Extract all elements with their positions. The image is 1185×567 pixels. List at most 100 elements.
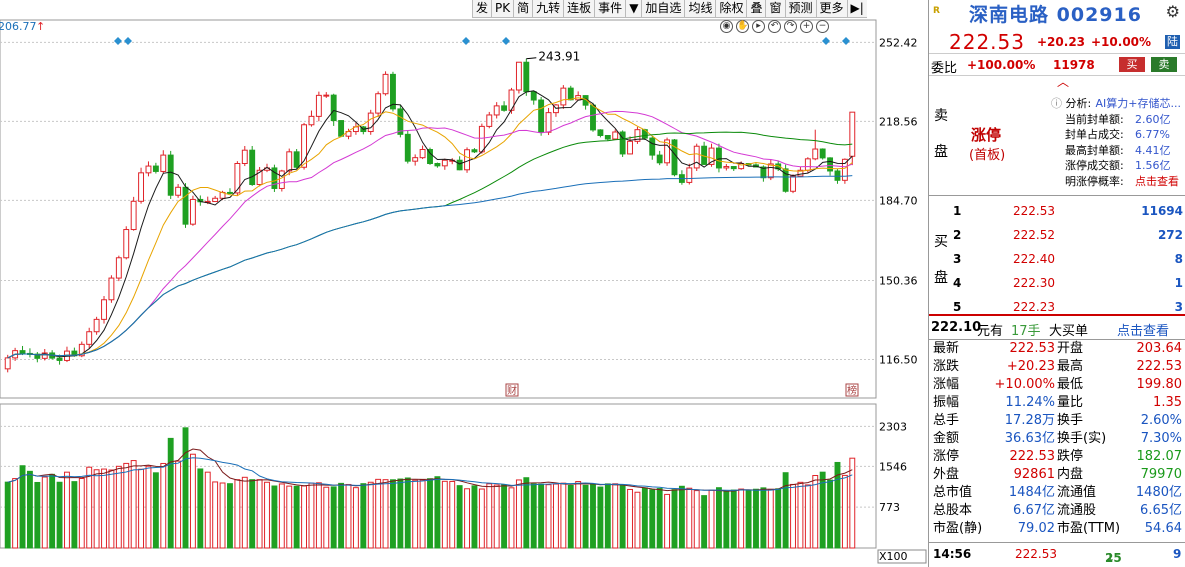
- candle-up: [93, 318, 100, 333]
- big-order-row[interactable]: 222.10 元有 17手 大买单 点击查看: [929, 318, 1185, 340]
- toolbar-item[interactable]: 均线: [684, 0, 715, 17]
- price-change: +20.23: [1037, 35, 1086, 49]
- volume-bar-down: [753, 488, 759, 549]
- toolbar-item[interactable]: 更多: [815, 0, 847, 17]
- toolbar-item[interactable]: 简: [513, 0, 532, 17]
- volume-bar-up: [493, 484, 500, 549]
- candle-up: [464, 149, 470, 171]
- hand-icon[interactable]: ✋: [736, 20, 749, 33]
- volume-bar-down: [330, 486, 337, 549]
- gear-icon[interactable]: ⚙: [1166, 2, 1180, 21]
- volume-bar-up: [315, 482, 322, 549]
- volume-bar-down: [227, 483, 233, 549]
- volume-bar-down: [360, 483, 367, 549]
- volume-bar-down: [641, 487, 648, 549]
- analysis-value: 4.41亿: [1135, 143, 1171, 157]
- price-tick-label: 218.56: [879, 115, 918, 128]
- volume-bar-down: [152, 472, 159, 549]
- analysis-row[interactable]: ⓘ 分析: AI算力+存储芯...: [1051, 96, 1181, 112]
- bid-level-row[interactable]: 2 222.52 272: [951, 224, 1183, 244]
- bid-level-price: 222.52: [1013, 228, 1055, 242]
- bid-level-row[interactable]: 1 222.53 11694: [951, 200, 1183, 220]
- candle-down: [456, 159, 463, 171]
- volume-bar-up: [478, 488, 485, 549]
- stat-value: 6.67亿: [1013, 503, 1055, 518]
- toolbar-item[interactable]: PK: [491, 0, 513, 17]
- big-order-link[interactable]: 点击查看: [1117, 320, 1169, 339]
- candle-up: [804, 158, 811, 171]
- volume-bar-up: [367, 481, 374, 549]
- volume-bar-up: [441, 480, 448, 549]
- toolbar-item[interactable]: ▼: [625, 0, 641, 17]
- bid-level-row[interactable]: 5 222.23 3: [951, 296, 1183, 316]
- toolbar-item[interactable]: 发: [472, 0, 491, 17]
- analysis-row[interactable]: 明涨停概率: 点击查看: [1051, 174, 1181, 190]
- back-icon[interactable]: ↶: [768, 20, 781, 33]
- toolbar-item[interactable]: 窗: [765, 0, 784, 17]
- stat-value: 199.80: [1136, 377, 1183, 392]
- stat-key: 市盈(TTM): [1057, 521, 1121, 536]
- volume-bar-down: [538, 483, 545, 549]
- toolbar-item[interactable]: 叠: [746, 0, 765, 17]
- kline-chart[interactable]: 252.42 218.56 184.70 150.36 116.50 2303 1546 77…: [0, 0, 928, 567]
- volume-bar-up: [812, 475, 819, 549]
- volume-bar-up: [308, 482, 315, 549]
- volume-bar-up: [841, 474, 848, 549]
- sell-button[interactable]: 卖: [1151, 57, 1177, 72]
- stat-cell: 市盈(TTM) 54.64: [1057, 520, 1182, 538]
- toolbar-item[interactable]: 事件: [594, 0, 625, 17]
- volume-bar-up: [278, 483, 285, 549]
- volume-bar-down: [619, 485, 626, 549]
- volume-bar-down: [49, 473, 56, 549]
- zoom-in-icon[interactable]: +: [800, 20, 813, 33]
- chevron-up-icon[interactable]: ︿: [1057, 76, 1069, 88]
- candle-up: [493, 105, 500, 116]
- toolbar-item[interactable]: 连板: [563, 0, 594, 17]
- stat-value: +10.00%: [994, 377, 1055, 392]
- bid-level-volume: 8: [1174, 252, 1183, 266]
- volume-bar-up: [108, 469, 115, 549]
- candle-up: [515, 61, 522, 91]
- bid-level-price: 222.30: [1013, 276, 1055, 290]
- stat-cell: 跌停 182.07: [1057, 448, 1182, 466]
- lu-badge[interactable]: 陆: [1165, 35, 1180, 49]
- stat-cell: 市盈(静) 79.02: [933, 520, 1055, 538]
- stat-key: 总股本: [933, 503, 973, 518]
- volume-bar-up: [412, 479, 419, 549]
- ma60-line: [7, 131, 853, 359]
- volume-bar-up: [382, 479, 389, 549]
- forward-icon[interactable]: ↷: [784, 20, 797, 33]
- bid-level-row[interactable]: 4 222.30 1: [951, 272, 1183, 292]
- volume-bar-up: [612, 483, 619, 549]
- candle-down: [530, 91, 537, 101]
- stat-cell: 最高 222.53: [1057, 358, 1182, 376]
- stat-key: 流通值: [1057, 485, 1097, 500]
- toolbar-item[interactable]: 九转: [532, 0, 563, 17]
- toolbar-item[interactable]: ▶|: [846, 0, 867, 17]
- eye-icon[interactable]: ◉: [720, 20, 733, 33]
- play-icon[interactable]: ▸: [752, 20, 765, 33]
- candle-up: [123, 229, 130, 259]
- analysis-value: 点击查看: [1135, 174, 1179, 188]
- analysis-key: 封单占成交:: [1065, 128, 1124, 141]
- toolbar-item[interactable]: 预测: [784, 0, 816, 17]
- volume-bar-down: [656, 488, 663, 549]
- stat-key: 总手: [933, 413, 960, 428]
- zoom-out-icon[interactable]: −: [816, 20, 829, 33]
- stat-cell: 总股本 6.67亿: [933, 502, 1055, 520]
- volume-bar-down: [19, 465, 26, 549]
- buy-button[interactable]: 买: [1119, 57, 1145, 72]
- toolbar-item[interactable]: 除权: [715, 0, 746, 17]
- tick-price: 222.53: [1015, 547, 1057, 561]
- candle-up: [278, 170, 285, 189]
- stat-cell: 金额 36.63亿: [933, 430, 1055, 448]
- volume-bar-up: [508, 487, 515, 549]
- buy-section: 买盘 1 222.53 11694 2 222.52 272 3 222.40 8 4 222.30…: [929, 196, 1185, 316]
- volume-bar-up: [790, 483, 796, 549]
- candle-up: [286, 151, 293, 172]
- toolbar-item[interactable]: 加自选: [641, 0, 684, 17]
- bid-level-row[interactable]: 3 222.40 8: [951, 248, 1183, 268]
- volume-bar-up: [708, 489, 715, 549]
- volume-bar-up: [375, 478, 382, 549]
- candle-down: [249, 149, 256, 185]
